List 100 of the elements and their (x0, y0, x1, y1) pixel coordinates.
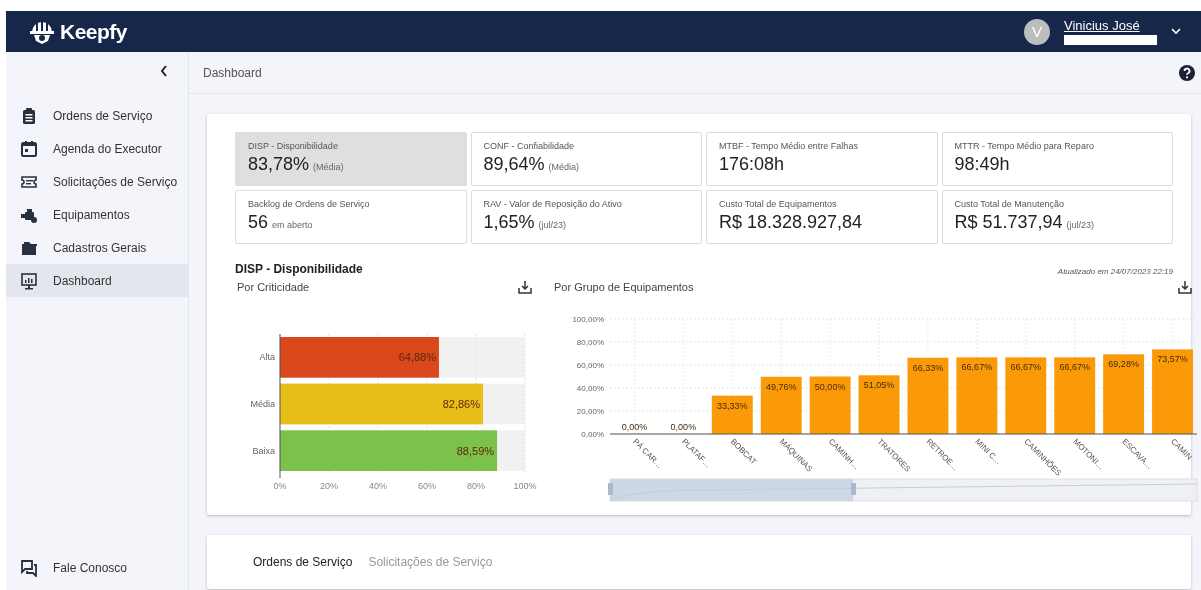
kpi-card[interactable]: MTBF - Tempo Médio entre Falhas 176:08h (706, 132, 938, 186)
kpi-note: (Média) (313, 162, 344, 172)
kpi-value: 89,64% (483, 154, 545, 175)
kpi-title: DISP - Disponibilidade (248, 141, 339, 151)
help-icon[interactable] (1179, 64, 1195, 81)
axis-tick-label: 20,00% (576, 407, 604, 416)
calendar-icon (20, 139, 38, 158)
nav-item[interactable]: Cadastros Gerais (6, 231, 188, 264)
download-icon[interactable] (1178, 280, 1192, 294)
kpi-card[interactable]: Custo Total de Equipamentos R$ 18.328.927,84 (706, 190, 938, 244)
kpi-card[interactable]: RAV - Valor de Reposição do Ativo 1,65% (jul/23) (470, 190, 702, 244)
kpi-title: MTTR - Tempo Médio para Reparo (954, 141, 1095, 151)
axis-tick-label: 0% (273, 481, 287, 491)
kpi-title: CONF - Confiabilidade (483, 141, 576, 151)
bar[interactable] (907, 357, 949, 434)
bar-value-label: 51,05% (863, 380, 895, 391)
bar[interactable] (956, 357, 998, 434)
nav-item[interactable]: Equipamentos (6, 198, 188, 231)
monitor-chart-icon (20, 271, 38, 290)
nav-item[interactable]: Agenda do Executor (6, 132, 188, 165)
kpi-card[interactable]: Custo Total de Manutenção R$ 51.737,94 (jul/23) (941, 190, 1173, 244)
bar[interactable] (1005, 357, 1047, 434)
axis-tick-label: 40,00% (576, 384, 604, 393)
kpi-title: Custo Total de Equipamentos (719, 199, 838, 209)
download-icon[interactable] (518, 280, 532, 294)
nav-item[interactable]: Dashboard (6, 264, 188, 297)
kpi-card[interactable]: MTTR - Tempo Médio para Reparo 98:49h (941, 132, 1173, 186)
kpi-note: (Média) (548, 162, 580, 172)
chart-subtitle: Por Grupo de Equipamentos (554, 281, 694, 293)
kpi-note: (jul/23) (538, 220, 567, 230)
bar-value-label: 64,88% (398, 351, 436, 364)
bar[interactable] (760, 376, 802, 434)
nav-label: Equipamentos (53, 207, 130, 222)
axis-tick-label: 60,00% (576, 361, 604, 370)
bar-value-label: 66,67% (961, 362, 993, 373)
kpi-note: (jul/23) (1066, 220, 1095, 230)
user-name[interactable]: Vinicius José (1064, 18, 1157, 33)
kpi-title: RAV - Valor de Reposição do Ativo (483, 199, 623, 209)
kpi-card[interactable]: Backlog de Ordens de Serviço 56 em aberto (235, 190, 467, 244)
collapse-chevron-icon[interactable] (160, 65, 168, 77)
chat-icon (20, 558, 38, 577)
bar-value-label: 82,86% (442, 398, 480, 410)
kpi-value: 83,78% (248, 154, 310, 175)
kpi-card[interactable]: CONF - Confiabilidade 89,64% (Média) (470, 132, 702, 186)
nav-label: Ordens de Serviço (53, 108, 153, 123)
axis-category-label: Média (250, 399, 275, 409)
nav-item[interactable]: Fale Conosco (6, 551, 188, 584)
bar-value-label: 33,33% (717, 400, 748, 411)
nav-label: Dashboard (53, 273, 112, 288)
axis-tick-label: 100% (513, 481, 537, 491)
kpi-value: 56 (248, 212, 269, 233)
bar[interactable] (1054, 357, 1096, 434)
kpi-title: Backlog de Ordens de Serviço (248, 199, 371, 209)
bar-value-label: 73,57% (1157, 354, 1188, 365)
bar-value-label: 66,67% (1010, 362, 1042, 373)
bar[interactable] (280, 383, 483, 425)
kpi-note: em aberto (272, 220, 313, 230)
brand-name: Keepfy (60, 19, 128, 44)
bar-value-label: 0,00% (670, 422, 697, 432)
kpi-title: MTBF - Tempo Médio entre Falhas (719, 141, 859, 151)
bar-value-label: 69,28% (1108, 359, 1139, 370)
breadcrumb: Dashboard (203, 65, 262, 80)
section-title: DISP - Disponibilidade (235, 262, 363, 276)
nav-label: Agenda do Executor (53, 141, 162, 156)
bar-value-label: 0,00% (621, 422, 648, 432)
kpi-value: 176:08h (719, 154, 785, 175)
kpi-card[interactable]: DISP - Disponibilidade 83,78% (Média) (235, 132, 467, 186)
axis-tick-label: 100,00% (572, 315, 604, 324)
zoom-slider[interactable] (608, 478, 1198, 502)
bar-value-label: 49,76% (765, 381, 797, 392)
bar-value-label: 88,59% (456, 444, 495, 457)
nav-label: Fale Conosco (53, 560, 128, 575)
updated-timestamp: Atualizado em 24/07/2023 22:19 (1057, 267, 1173, 276)
axis-tick-label: 80% (467, 481, 485, 491)
bar[interactable] (1103, 354, 1145, 434)
nav-label: Solicitações de Serviço (53, 174, 178, 189)
chevron-down-icon[interactable] (1171, 28, 1181, 35)
bar[interactable] (711, 395, 753, 434)
kpi-value: R$ 18.328.927,84 (719, 212, 863, 233)
clipboard-icon (20, 106, 38, 125)
bar[interactable] (858, 375, 900, 434)
axis-tick-label: 60% (418, 481, 436, 491)
axis-tick-label: 80,00% (576, 338, 604, 347)
nav-item[interactable]: Ordens de Serviço (6, 99, 188, 132)
axis-category-label: Baixa (252, 445, 275, 456)
nav-item[interactable]: Solicitações de Serviço (6, 165, 188, 198)
chart-subtitle: Por Criticidade (237, 281, 310, 293)
nav-label: Cadastros Gerais (53, 240, 147, 255)
kpi-title: Custo Total de Manutenção (954, 199, 1065, 209)
tab[interactable]: Ordens de Serviço (253, 555, 353, 569)
bar-value-label: 66,67% (1059, 362, 1090, 373)
kpi-value: R$ 51.737,94 (954, 212, 1063, 233)
axis-tick-label: 20% (320, 481, 338, 491)
bar-value-label: 66,33% (912, 362, 944, 373)
kpi-value: 1,65% (483, 212, 535, 233)
bar-value-label: 50,00% (814, 381, 846, 392)
axis-tick-label: 0,00% (581, 430, 604, 439)
axis-category-label: Alta (259, 352, 275, 363)
bar[interactable] (809, 376, 851, 434)
axis-tick-label: 40% (369, 481, 387, 491)
